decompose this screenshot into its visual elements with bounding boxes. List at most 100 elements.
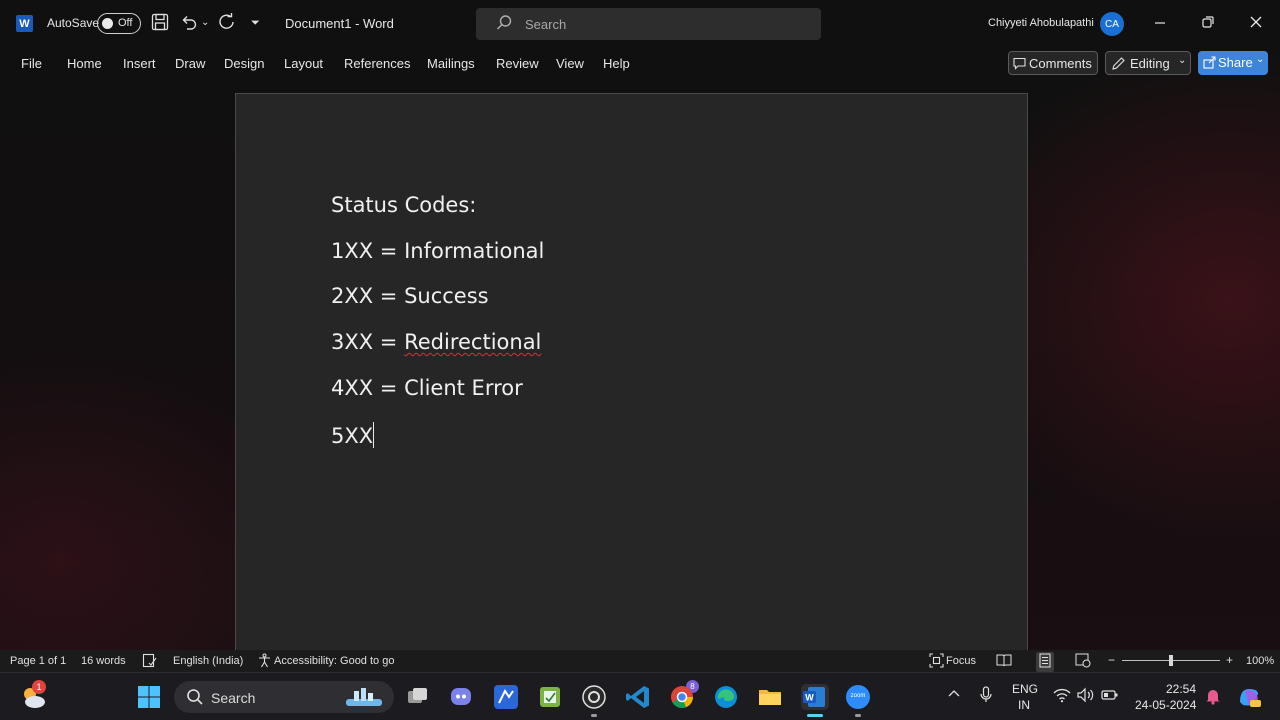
tab-help[interactable]: Help <box>603 56 630 71</box>
editing-mode-button[interactable]: Editing ⌄ <box>1105 51 1191 75</box>
start-icon[interactable] <box>137 685 161 714</box>
search-highlight-icon <box>344 685 384 714</box>
search-placeholder: Search <box>525 17 567 32</box>
power-automate-icon[interactable] <box>493 684 519 710</box>
status-bar: Page 1 of 1 16 words English (India) Acc… <box>0 650 1280 672</box>
focus-button[interactable]: Focus <box>946 655 976 667</box>
chevron-down-icon: ⌄ <box>1178 55 1187 66</box>
zoom-running-indicator <box>855 714 861 717</box>
proofing-icon[interactable] <box>142 653 157 671</box>
volume-icon[interactable] <box>1077 687 1095 706</box>
undo-icon[interactable] <box>180 13 198 37</box>
tab-references[interactable]: References <box>344 56 410 71</box>
vscode-icon[interactable] <box>625 684 651 710</box>
misspelled-word[interactable]: Redirectional <box>404 330 541 354</box>
search-icon <box>496 14 513 36</box>
comments-label: Comments <box>1029 56 1092 71</box>
zoom-in-button[interactable]: + <box>1226 653 1233 667</box>
taskbar-search-label: Search <box>211 690 256 706</box>
search-box[interactable]: Search <box>476 8 821 40</box>
word-logo-icon[interactable]: W <box>16 15 33 32</box>
tab-review[interactable]: Review <box>496 56 539 71</box>
save-icon[interactable] <box>151 13 169 37</box>
autosave-toggle[interactable]: Off <box>97 13 141 34</box>
print-layout-icon[interactable] <box>1036 652 1054 672</box>
chevron-up-icon[interactable] <box>947 687 961 704</box>
comments-button[interactable]: Comments <box>1008 51 1098 75</box>
minimize-icon[interactable] <box>1150 12 1170 34</box>
undo-dropdown-icon[interactable]: ⌄ <box>201 13 209 33</box>
svg-text:W: W <box>805 693 814 703</box>
edge-icon[interactable] <box>713 684 739 710</box>
tab-insert[interactable]: Insert <box>123 56 156 71</box>
language-indicator[interactable]: English (India) <box>173 655 243 667</box>
accessibility-icon <box>257 653 272 671</box>
weather-badge: 1 <box>32 680 46 694</box>
word-active-indicator <box>807 714 823 717</box>
notepad-plus-icon[interactable] <box>537 684 563 710</box>
tab-home[interactable]: Home <box>67 56 102 71</box>
obs-icon[interactable] <box>581 684 607 710</box>
chrome-icon[interactable] <box>669 684 695 710</box>
share-chevron-icon: ⌄ <box>1256 54 1265 65</box>
editing-label: Editing <box>1130 56 1170 71</box>
taskbar-search[interactable]: Search <box>174 681 394 713</box>
document-line[interactable]: 3XX = Redirectional <box>331 330 541 354</box>
user-name[interactable]: Chiyyeti Ahobulapathi <box>988 17 1094 29</box>
autosave-label: AutoSave <box>47 16 100 30</box>
wifi-icon[interactable] <box>1053 687 1071 706</box>
web-layout-icon[interactable] <box>1075 653 1091 671</box>
tab-view[interactable]: View <box>556 56 584 71</box>
tab-draw[interactable]: Draw <box>175 56 205 71</box>
avatar[interactable]: CA <box>1100 12 1124 36</box>
share-label: Share <box>1218 55 1253 70</box>
teams-icon[interactable] <box>449 684 475 710</box>
page-count[interactable]: Page 1 of 1 <box>10 655 66 667</box>
focus-icon <box>929 653 944 671</box>
document-line[interactable]: 1XX = Informational <box>331 239 544 263</box>
share-button[interactable]: Share ⌄ <box>1198 51 1268 75</box>
line-prefix: 3XX = <box>331 330 405 354</box>
toggle-knob <box>102 18 113 29</box>
battery-icon[interactable] <box>1101 688 1119 705</box>
word-count[interactable]: 16 words <box>81 655 126 667</box>
text-cursor <box>373 422 375 448</box>
tab-file[interactable]: File <box>21 56 42 71</box>
copilot-icon[interactable] <box>1236 684 1262 713</box>
document-line[interactable]: 4XX = Client Error <box>331 376 523 400</box>
zoom-slider-thumb[interactable] <box>1169 655 1173 666</box>
title-bar: W AutoSave Off ⌄ ⏷ Document1 - Word Sear… <box>0 0 1280 48</box>
tab-design[interactable]: Design <box>224 56 264 71</box>
taskbar: 1 Search 8 W zoom ENG IN 22:54 24-05-202… <box>0 672 1280 720</box>
accessibility-status[interactable]: Accessibility: Good to go <box>274 655 394 667</box>
pencil-icon <box>1112 57 1125 70</box>
tab-layout[interactable]: Layout <box>284 56 323 71</box>
customize-qat-icon[interactable]: ⏷ <box>251 13 260 33</box>
taskbar-search-icon <box>186 688 204 711</box>
zoom-out-button[interactable]: − <box>1108 653 1115 667</box>
clock-time[interactable]: 22:54 <box>1166 682 1196 696</box>
task-view-icon[interactable] <box>405 684 431 710</box>
zoom-level[interactable]: 100% <box>1246 655 1274 667</box>
document-line[interactable]: 2XX = Success <box>331 284 489 308</box>
restore-icon[interactable] <box>1198 12 1218 34</box>
document-title: Document1 - Word <box>285 16 394 31</box>
current-line-text: 5XX <box>331 424 374 448</box>
microphone-icon[interactable] <box>979 686 993 707</box>
word-taskbar-icon[interactable]: W <box>801 684 829 710</box>
region-code[interactable]: IN <box>1018 698 1030 712</box>
redo-icon[interactable] <box>218 13 236 37</box>
document-page[interactable]: Status Codes: 1XX = Informational 2XX = … <box>235 93 1028 653</box>
language-code[interactable]: ENG <box>1012 682 1038 696</box>
comment-icon <box>1013 57 1026 70</box>
file-explorer-icon[interactable] <box>757 684 783 710</box>
document-line-current[interactable]: 5XX <box>331 422 375 448</box>
autosave-state: Off <box>118 17 133 29</box>
read-mode-icon[interactable] <box>996 653 1012 671</box>
share-icon <box>1203 56 1216 69</box>
notification-bell-icon[interactable] <box>1205 687 1221 708</box>
clock-date[interactable]: 24-05-2024 <box>1135 698 1196 712</box>
tab-mailings[interactable]: Mailings <box>427 56 475 71</box>
close-icon[interactable] <box>1246 12 1266 34</box>
document-line[interactable]: Status Codes: <box>331 193 476 217</box>
